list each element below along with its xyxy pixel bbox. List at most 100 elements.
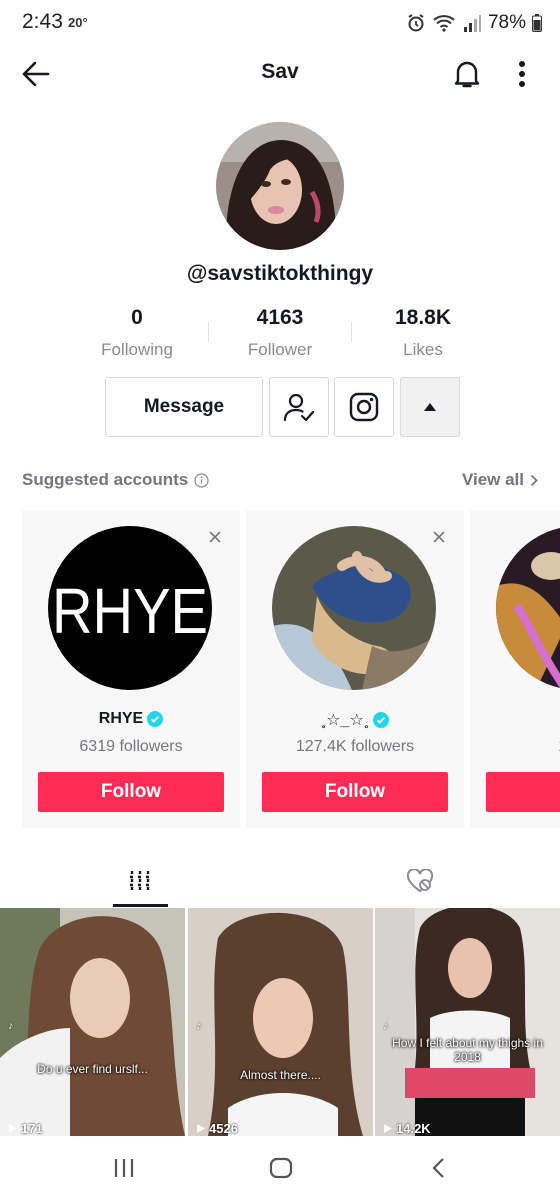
suggested-card[interactable]: ˳☆_☆˳ 127.4K followers Follow [246,510,464,828]
recent-apps-button[interactable] [104,1152,144,1184]
profile-header: Sav [0,48,560,100]
notifications-button[interactable] [449,56,485,92]
message-button[interactable]: Message [105,377,263,437]
back-arrow-icon [22,61,50,87]
view-count-text: 4526 [209,1121,238,1136]
battery-percent: 78% [487,12,526,33]
info-icon[interactable] [194,472,209,488]
chevron-right-icon [530,474,538,486]
suggested-name-row: ˳☆_☆˳ [246,710,464,730]
bell-icon [454,61,480,88]
follow-button[interactable]: F [486,772,560,812]
rhye-logo-text: RHYE [52,575,208,647]
video-thumbnail[interactable]: ♪ Almost there.... 4526 [188,908,373,1136]
stat-label: Follower [247,340,313,359]
active-tab-indicator [113,904,168,907]
video-image [0,908,185,1136]
video-thumbnail[interactable]: ♪ How I felt about my thighs in 2018 14.… [375,908,560,1136]
caret-up-icon [424,403,436,411]
video-image [188,908,373,1136]
close-icon [209,531,221,543]
tab-videos[interactable] [0,856,280,906]
suggested-name: RHYE [98,710,144,727]
stat-value: 4163 [256,306,304,329]
following-status-button[interactable] [269,377,329,437]
video-image [375,908,560,1136]
suggested-avatar[interactable] [496,526,560,690]
chevron-left-icon [432,1158,444,1178]
grid-icon [130,871,150,891]
toggle-suggestions-button[interactable] [400,377,460,437]
suggested-accounts-label: Suggested accounts [22,470,189,489]
home-icon [269,1157,293,1179]
suggested-followers: 13.1K [470,738,560,756]
page-title: Sav [261,60,299,83]
play-icon [9,1124,17,1133]
tab-liked[interactable] [280,856,560,906]
play-icon [384,1124,392,1133]
back-nav-button[interactable] [418,1152,458,1184]
signal-icon [463,15,481,32]
suggested-name-row: RHYE [22,710,240,728]
follow-button[interactable]: Follow [38,772,224,812]
suggested-name-row: Al [470,710,560,728]
stat-label: Following [101,340,173,359]
suggested-avatar[interactable]: RHYE [48,526,212,690]
video-view-count: 4526 [196,1121,238,1136]
suggested-accounts-heading: Suggested accounts [22,470,209,490]
stat-following[interactable]: 0 Following [62,306,212,360]
view-all-link[interactable]: View all [462,470,538,490]
verified-badge-icon [373,712,390,728]
play-icon [197,1124,205,1133]
suggested-avatar[interactable] [272,526,436,690]
system-navigation-bar [0,1136,560,1200]
content-tabs [0,856,560,908]
instagram-link-button[interactable] [334,377,394,437]
view-count-text: 14.2K [396,1121,431,1136]
video-thumbnail[interactable]: ♪ Do u ever find urslf... 171 [0,908,185,1136]
avatar-image [496,526,560,690]
stat-likes[interactable]: 18.8K Likes [348,306,498,360]
avatar-image [272,526,436,690]
follow-button[interactable]: Follow [262,772,448,812]
suggested-card[interactable]: Al 13.1K F [470,510,560,828]
video-caption: Almost there.... [240,1068,321,1082]
video-caption: Do u ever find urslf... [37,1062,148,1076]
profile-username: @savstiktokthingy [186,262,374,285]
stat-label: Likes [403,340,443,359]
rhye-logo: RHYE [48,526,212,690]
view-count-text: 171 [21,1121,43,1136]
video-view-count: 14.2K [383,1121,431,1136]
dismiss-button[interactable] [204,526,226,548]
back-button[interactable] [18,56,54,92]
status-bar: 2:43 20° 78% [0,0,560,48]
status-time: 2:43 [22,10,63,33]
hidden-heart-icon [406,869,434,893]
avatar-image [216,122,344,250]
status-icons: 78% [406,10,542,36]
view-all-label: View all [461,470,524,489]
stat-value: 0 [131,306,143,329]
status-temp: 20° [68,15,88,30]
more-options-button[interactable] [504,56,540,92]
home-button[interactable] [261,1152,301,1184]
profile-avatar[interactable] [216,122,344,250]
wifi-icon [433,15,455,32]
tiktok-watermark-icon: ♪ [8,1020,14,1032]
close-icon [433,531,445,543]
stat-value: 18.8K [394,306,452,329]
suggested-followers: 6319 followers [79,738,183,755]
video-caption: How I felt about my thighs in 2018 [392,1036,543,1064]
verified-badge-icon [147,711,164,727]
suggested-card[interactable]: RHYE RHYE 6319 followers Follow [22,510,240,828]
battery-icon [532,14,542,32]
dismiss-button[interactable] [428,526,450,548]
tiktok-watermark-icon: ♪ [383,1020,389,1032]
stat-followers[interactable]: 4163 Follower [205,306,355,360]
suggested-name: ˳☆_☆˳ [320,712,370,729]
recent-apps-icon [114,1159,134,1177]
alarm-icon [408,14,424,32]
user-check-icon [283,393,315,422]
suggested-followers: 127.4K followers [295,738,415,755]
more-vertical-icon [519,61,525,87]
